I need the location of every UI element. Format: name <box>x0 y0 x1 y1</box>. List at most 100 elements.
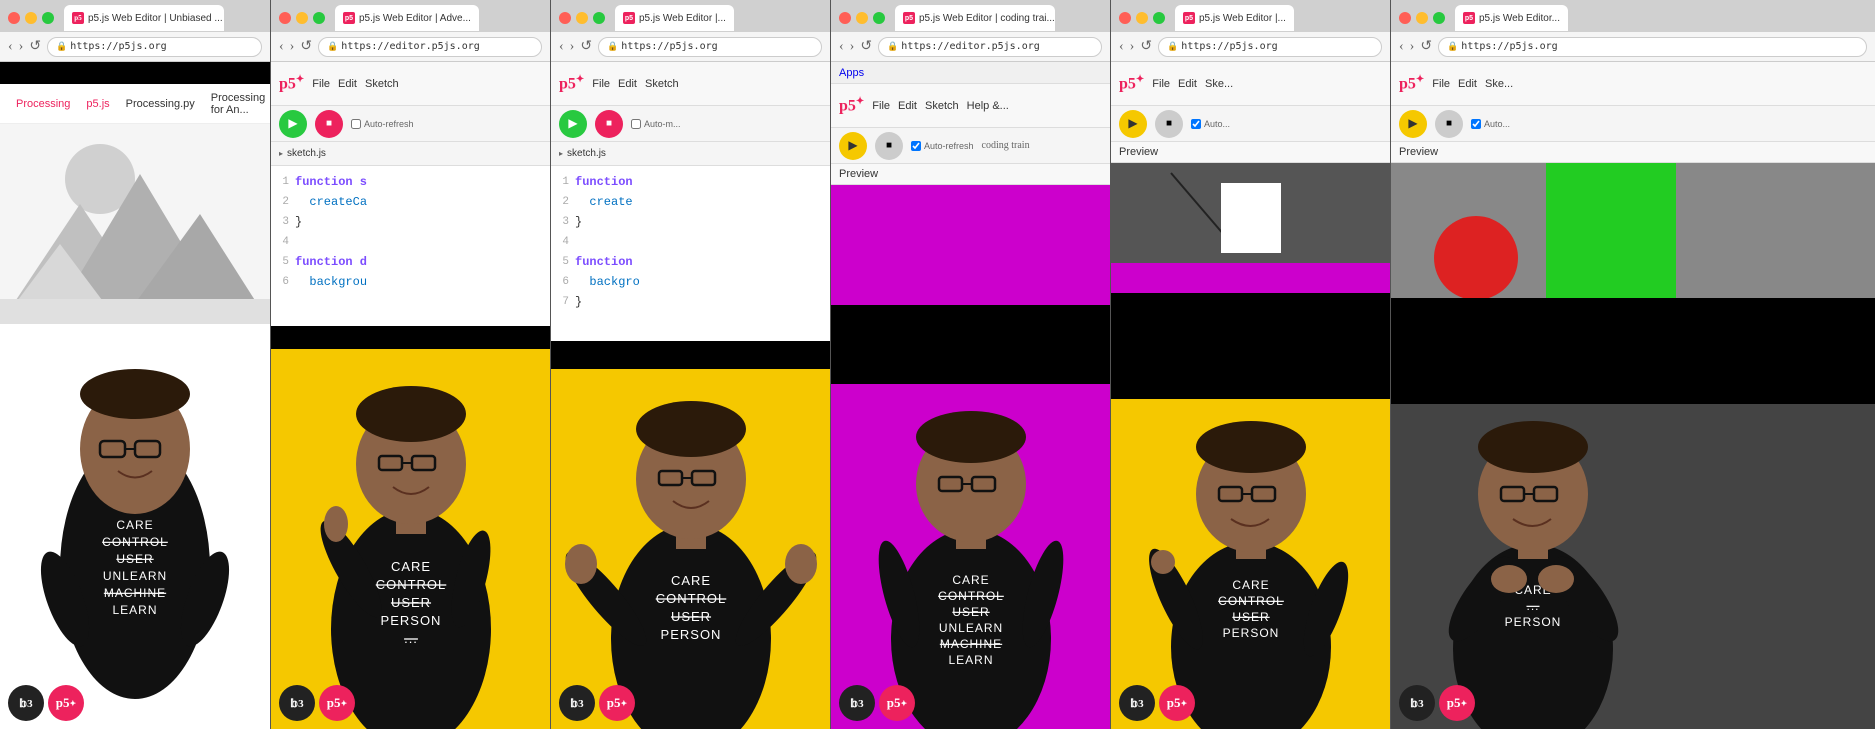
auto-refresh-5[interactable]: Auto... <box>1191 119 1230 129</box>
file-name-3: sketch.js <box>567 148 606 159</box>
play-btn-6[interactable]: ▶ <box>1399 110 1427 138</box>
svg-text:CARE: CARE <box>391 559 431 574</box>
auto-refresh-4[interactable]: Auto-refresh <box>911 141 974 151</box>
tab-bar-1: p5 p5.js Web Editor | Unbiased ... <box>0 0 270 32</box>
back-btn-1[interactable]: ‹ <box>8 39 13 55</box>
sketch-menu-5[interactable]: Ske... <box>1205 78 1233 90</box>
url-bar-1[interactable]: 🔒 https://p5js.org <box>47 37 262 57</box>
refresh-btn-6[interactable]: ↺ <box>1420 38 1432 55</box>
tab-active-6[interactable]: p5 p5.js Web Editor... <box>1455 5 1568 31</box>
address-bar-4: ‹ › ↺ 🔒 https://editor.p5js.org <box>831 32 1110 62</box>
url-bar-4[interactable]: 🔒 https://editor.p5js.org <box>878 37 1102 57</box>
max-btn-4[interactable] <box>873 12 885 24</box>
play-btn-5[interactable]: ▶ <box>1119 110 1147 138</box>
edit-menu-5[interactable]: Edit <box>1178 78 1197 90</box>
editor-ui-2: p5✦ File Edit Sketch ▶ ■ Auto-refresh ▸ … <box>271 62 550 326</box>
code-editor-2[interactable]: 1 function s 2 createCa 3 } 4 5 function… <box>271 166 550 326</box>
back-btn-3[interactable]: ‹ <box>559 39 564 55</box>
max-btn-6[interactable] <box>1433 12 1445 24</box>
url-bar-5[interactable]: 🔒 https://p5js.org <box>1158 37 1382 57</box>
sketch-menu-4[interactable]: Sketch <box>925 100 959 112</box>
edit-menu-6[interactable]: Edit <box>1458 78 1477 90</box>
close-btn-1[interactable] <box>8 12 20 24</box>
stop-btn-3[interactable]: ■ <box>595 110 623 138</box>
tab-active-2[interactable]: p5 p5.js Web Editor | Adve... <box>335 5 479 31</box>
tab-active-3[interactable]: p5 p5.js Web Editor |... <box>615 5 734 31</box>
close-btn-2[interactable] <box>279 12 291 24</box>
edit-menu-2[interactable]: Edit <box>338 78 357 90</box>
auto-refresh-6[interactable]: Auto... <box>1471 119 1510 129</box>
stop-btn-6[interactable]: ■ <box>1435 110 1463 138</box>
forward-btn-2[interactable]: › <box>290 39 295 55</box>
max-btn-5[interactable] <box>1153 12 1165 24</box>
min-btn-2[interactable] <box>296 12 308 24</box>
help-menu-4[interactable]: Help &... <box>967 100 1009 112</box>
auto-refresh-checkbox-4[interactable] <box>911 141 921 151</box>
refresh-btn-1[interactable]: ↺ <box>29 38 41 55</box>
stop-btn-4[interactable]: ■ <box>875 132 903 160</box>
forward-btn-6[interactable]: › <box>1410 39 1415 55</box>
file-menu-2[interactable]: File <box>312 78 330 90</box>
min-btn-6[interactable] <box>1416 12 1428 24</box>
refresh-btn-3[interactable]: ↺ <box>580 38 592 55</box>
auto-refresh-checkbox-5[interactable] <box>1191 119 1201 129</box>
min-btn-4[interactable] <box>856 12 868 24</box>
forward-btn-1[interactable]: › <box>19 39 24 55</box>
sketch-menu-2[interactable]: Sketch <box>365 78 399 90</box>
url-bar-6[interactable]: 🔒 https://p5js.org <box>1438 37 1867 57</box>
auto-refresh-2[interactable]: Auto-refresh <box>351 119 414 129</box>
stop-btn-5[interactable]: ■ <box>1155 110 1183 138</box>
url-bar-3[interactable]: 🔒 https://p5js.org <box>598 37 822 57</box>
file-menu-5[interactable]: File <box>1152 78 1170 90</box>
close-btn-6[interactable] <box>1399 12 1411 24</box>
auto-refresh-checkbox-2[interactable] <box>351 119 361 129</box>
address-bar-5: ‹ › ↺ 🔒 https://p5js.org <box>1111 32 1390 62</box>
back-btn-4[interactable]: ‹ <box>839 39 844 55</box>
max-btn-1[interactable] <box>42 12 54 24</box>
refresh-btn-5[interactable]: ↺ <box>1140 38 1152 55</box>
file-menu-3[interactable]: File <box>592 78 610 90</box>
sketch-menu-6[interactable]: Ske... <box>1485 78 1513 90</box>
code-editor-3[interactable]: 1 function 2 create 3 } 4 5 function 6 <box>551 166 830 341</box>
processing-an-link[interactable]: Processing for An... <box>211 92 265 116</box>
tab-active-4[interactable]: p5 p5.js Web Editor | coding trai... <box>895 5 1055 31</box>
auto-refresh-checkbox-6[interactable] <box>1471 119 1481 129</box>
refresh-btn-2[interactable]: ↺ <box>300 38 312 55</box>
min-btn-1[interactable] <box>25 12 37 24</box>
svg-text:...: ... <box>1526 599 1539 613</box>
sketch-menu-3[interactable]: Sketch <box>645 78 679 90</box>
back-btn-2[interactable]: ‹ <box>279 39 284 55</box>
close-btn-4[interactable] <box>839 12 851 24</box>
tab-active-1[interactable]: p5 p5.js Web Editor | Unbiased ... <box>64 5 224 31</box>
apps-link-4[interactable]: Apps <box>839 67 864 79</box>
edit-menu-4[interactable]: Edit <box>898 100 917 112</box>
processing-link[interactable]: Processing <box>16 98 70 110</box>
forward-btn-4[interactable]: › <box>850 39 855 55</box>
close-btn-5[interactable] <box>1119 12 1131 24</box>
auto-refresh-3[interactable]: Auto-m... <box>631 119 681 129</box>
p5js-link[interactable]: p5.js <box>86 98 109 110</box>
svg-text:CONTROL: CONTROL <box>938 589 1004 603</box>
back-btn-6[interactable]: ‹ <box>1399 39 1404 55</box>
forward-btn-3[interactable]: › <box>570 39 575 55</box>
play-btn-2[interactable]: ▶ <box>279 110 307 138</box>
min-btn-3[interactable] <box>576 12 588 24</box>
stop-btn-2[interactable]: ■ <box>315 110 343 138</box>
close-btn-3[interactable] <box>559 12 571 24</box>
file-menu-6[interactable]: File <box>1432 78 1450 90</box>
person-svg-2: CARE CONTROL USER PERSON ... <box>271 349 550 729</box>
max-btn-2[interactable] <box>313 12 325 24</box>
file-menu-4[interactable]: File <box>872 100 890 112</box>
play-btn-3[interactable]: ▶ <box>559 110 587 138</box>
min-btn-5[interactable] <box>1136 12 1148 24</box>
play-btn-4[interactable]: ▶ <box>839 132 867 160</box>
url-bar-2[interactable]: 🔒 https://editor.p5js.org <box>318 37 542 57</box>
processing-py-link[interactable]: Processing.py <box>126 98 195 110</box>
refresh-btn-4[interactable]: ↺ <box>860 38 872 55</box>
edit-menu-3[interactable]: Edit <box>618 78 637 90</box>
auto-refresh-checkbox-3[interactable] <box>631 119 641 129</box>
max-btn-3[interactable] <box>593 12 605 24</box>
tab-active-5[interactable]: p5 p5.js Web Editor |... <box>1175 5 1294 31</box>
forward-btn-5[interactable]: › <box>1130 39 1135 55</box>
back-btn-5[interactable]: ‹ <box>1119 39 1124 55</box>
